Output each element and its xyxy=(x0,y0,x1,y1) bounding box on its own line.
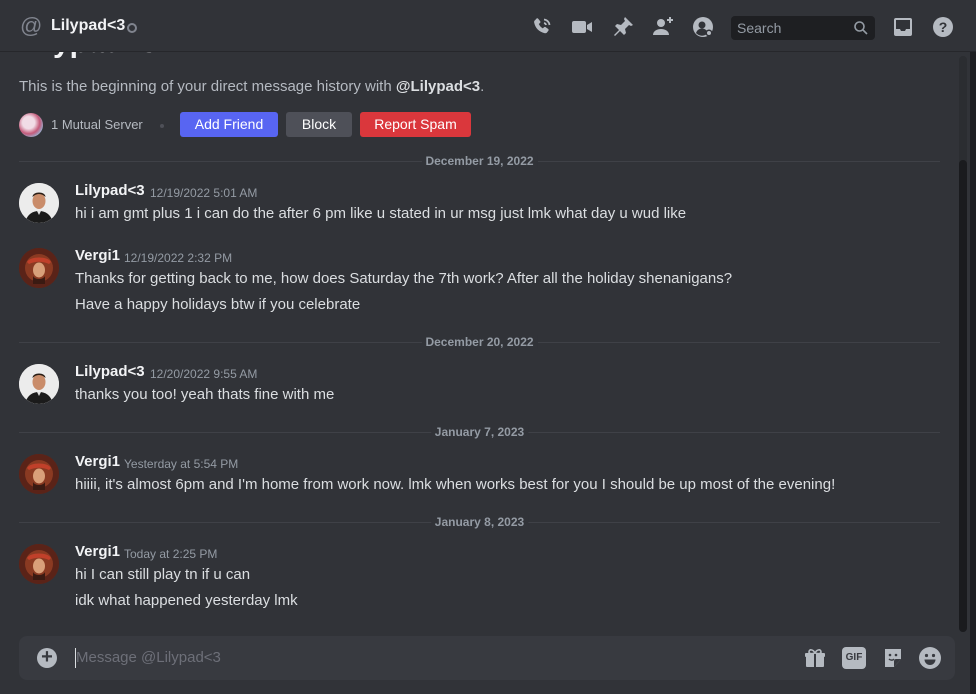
dm-recipient-name[interactable]: Lilypad<3 xyxy=(51,17,125,35)
add-friends-to-dm-icon[interactable] xyxy=(651,15,675,39)
avatar[interactable] xyxy=(19,183,59,223)
message-input[interactable]: Message @Lilypad<3 xyxy=(76,649,221,666)
at-icon: @ xyxy=(20,13,43,38)
search-input[interactable]: Search xyxy=(731,16,875,40)
message-text: hi i am gmt plus 1 i can do the after 6 … xyxy=(75,205,687,222)
search-placeholder: Search xyxy=(737,20,782,36)
date-divider-label: December 20, 2022 xyxy=(421,335,538,349)
date-divider: January 8, 2023 xyxy=(19,515,940,529)
date-divider-label: January 7, 2023 xyxy=(430,425,529,439)
report-spam-button[interactable]: Report Spam xyxy=(360,112,471,137)
conversation-start-text: This is the beginning of your direct mes… xyxy=(19,78,484,95)
message-composer[interactable]: + Message @Lilypad<3 GIF xyxy=(19,636,955,680)
date-divider: December 19, 2022 xyxy=(19,154,940,168)
avatar[interactable] xyxy=(19,248,59,288)
user-profile-icon[interactable] xyxy=(691,15,715,39)
attach-plus-icon[interactable]: + xyxy=(37,647,57,668)
message-timestamp: Yesterday at 5:54 PM xyxy=(124,457,239,471)
message-text: idk what happened yesterday lmk xyxy=(75,592,298,609)
message-text: hi I can still play tn if u can xyxy=(75,566,251,583)
channel-header: @ Lilypad<3 Search ? xyxy=(0,0,976,52)
emoji-icon[interactable] xyxy=(918,646,942,670)
message-text: thanks you too! yeah thats fine with me xyxy=(75,386,335,403)
message-timestamp: Today at 2:25 PM xyxy=(124,547,218,561)
date-divider: January 7, 2023 xyxy=(19,425,940,439)
help-icon[interactable]: ? xyxy=(931,15,955,39)
search-icon xyxy=(853,20,869,36)
mutual-server-icon[interactable] xyxy=(19,113,43,137)
message-author[interactable]: Vergi1 xyxy=(75,247,120,264)
svg-text:?: ? xyxy=(939,19,948,35)
intro-handle[interactable]: @Lilypad<3 xyxy=(396,78,480,95)
message-timestamp: 12/19/2022 2:32 PM xyxy=(124,251,233,265)
message-timestamp: 12/20/2022 9:55 AM xyxy=(150,367,258,381)
message-timestamp: 12/19/2022 5:01 AM xyxy=(150,186,258,200)
intro-suffix: . xyxy=(480,78,485,95)
separator-dot xyxy=(160,124,164,128)
voice-call-icon[interactable] xyxy=(530,15,554,39)
pinned-messages-icon[interactable] xyxy=(611,15,635,39)
date-divider-label: January 8, 2023 xyxy=(430,515,529,529)
intro-prefix: This is the beginning of your direct mes… xyxy=(19,78,396,95)
message-author[interactable]: Lilypad<3 xyxy=(75,182,145,199)
date-divider-label: December 19, 2022 xyxy=(421,154,538,168)
block-button[interactable]: Block xyxy=(286,112,352,137)
inbox-icon[interactable] xyxy=(891,15,915,39)
avatar[interactable] xyxy=(19,544,59,584)
gif-icon[interactable]: GIF xyxy=(842,647,866,669)
video-call-icon[interactable] xyxy=(570,15,594,39)
message-text: Have a happy holidays btw if you celebra… xyxy=(75,296,361,313)
mutual-servers-link[interactable]: 1 Mutual Server xyxy=(51,117,143,132)
add-friend-button[interactable]: Add Friend xyxy=(180,112,278,137)
message-text: hiiii, it's almost 6pm and I'm home from… xyxy=(75,476,836,493)
avatar[interactable] xyxy=(19,454,59,494)
scrollbar-thumb[interactable] xyxy=(959,160,967,632)
gift-icon[interactable] xyxy=(803,646,827,670)
message-text: Thanks for getting back to me, how does … xyxy=(75,270,733,287)
message-author[interactable]: Vergi1 xyxy=(75,453,120,470)
offline-status-icon xyxy=(127,23,137,33)
window-edge xyxy=(970,0,976,694)
message-author[interactable]: Lilypad<3 xyxy=(75,363,145,380)
avatar[interactable] xyxy=(19,364,59,404)
message-author[interactable]: Vergi1 xyxy=(75,543,120,560)
sticker-icon[interactable] xyxy=(881,646,905,670)
date-divider: December 20, 2022 xyxy=(19,335,940,349)
